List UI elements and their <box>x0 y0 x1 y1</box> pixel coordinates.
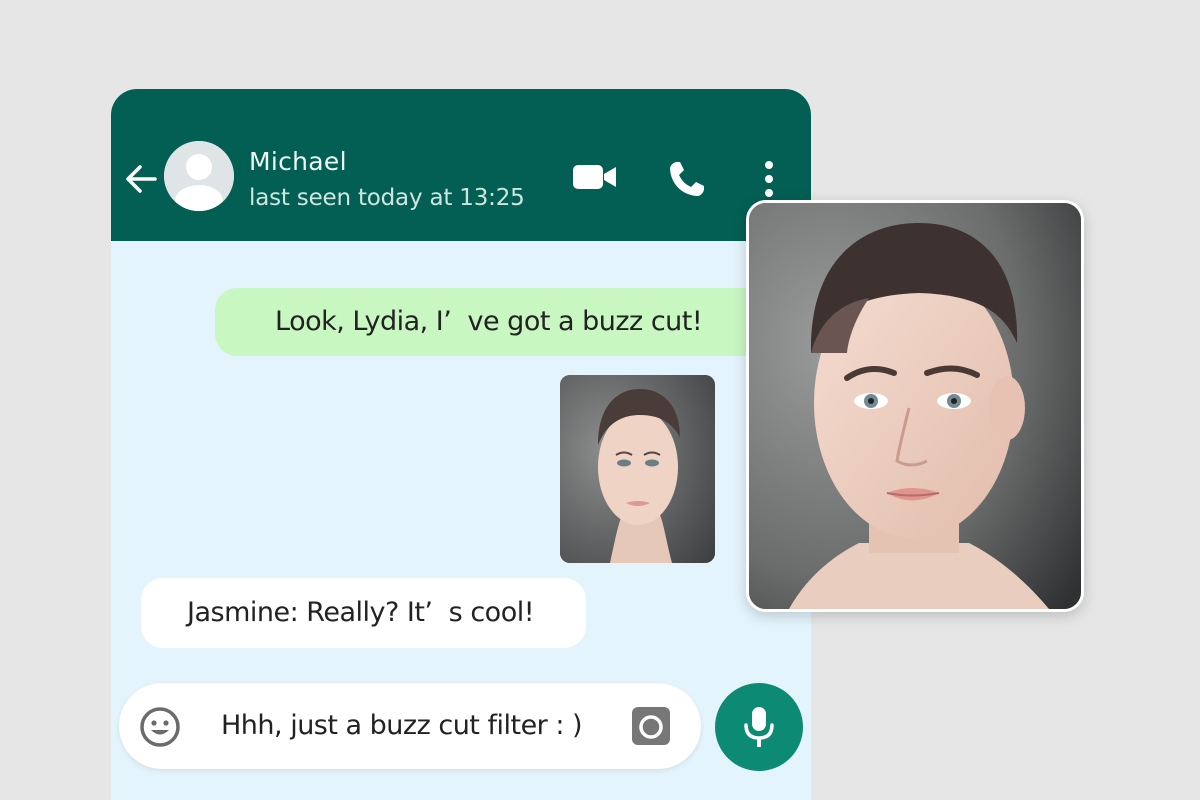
chat-window: Michael last seen today at 13:25 Look, L… <box>111 89 811 800</box>
last-seen-status: last seen today at 13:25 <box>249 185 525 211</box>
camera-icon[interactable] <box>631 706 671 746</box>
message-input[interactable]: Hhh, just a buzz cut filter : ) <box>221 683 583 769</box>
phone-call-icon[interactable] <box>667 159 707 199</box>
voice-message-button[interactable] <box>715 683 803 771</box>
message-photo-thumbnail[interactable] <box>560 375 715 563</box>
microphone-icon <box>744 707 774 747</box>
emoji-icon[interactable] <box>139 706 181 748</box>
message-composer[interactable]: Hhh, just a buzz cut filter : ) <box>119 683 701 769</box>
incoming-message[interactable]: Jasmine: Really? It’ s cool! <box>141 578 586 648</box>
enlarged-photo-preview[interactable] <box>746 200 1084 612</box>
more-options-icon[interactable] <box>759 159 779 199</box>
video-call-icon[interactable] <box>573 163 617 191</box>
back-arrow-icon[interactable] <box>123 161 159 197</box>
avatar[interactable] <box>164 141 234 211</box>
chat-header: Michael last seen today at 13:25 <box>111 89 811 241</box>
contact-name[interactable]: Michael <box>249 147 347 176</box>
outgoing-message[interactable]: Look, Lydia, I’ ve got a buzz cut! <box>215 288 775 356</box>
